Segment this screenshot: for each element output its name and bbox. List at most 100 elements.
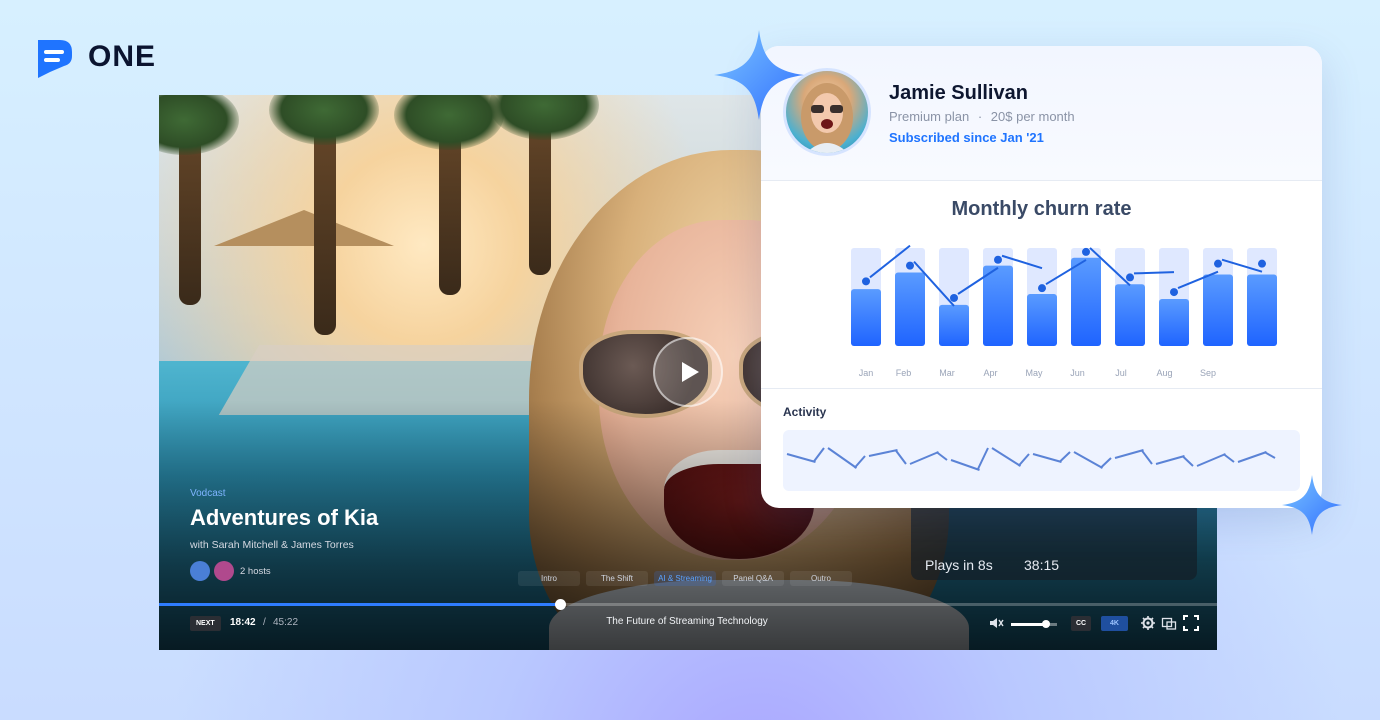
- activity-segment: [894, 449, 907, 465]
- chart-bar: [851, 289, 881, 346]
- chapter-panel-qa[interactable]: Panel Q&A: [722, 571, 784, 586]
- user-name: Jamie Sullivan: [889, 82, 1028, 104]
- activity-segment: [1114, 449, 1144, 459]
- total-time: 45:22: [273, 617, 299, 628]
- activity-chart: [783, 430, 1300, 491]
- chart-x-tick: Aug: [1156, 368, 1172, 378]
- subscribed-since: Subscribed since Jan '21: [889, 130, 1044, 145]
- play-icon: [682, 362, 699, 382]
- activity-segment: [1073, 451, 1103, 469]
- activity-segment: [950, 459, 980, 471]
- chapter-intro[interactable]: Intro: [518, 571, 580, 586]
- sparkle-icon: [714, 30, 804, 120]
- activity-segment: [1140, 449, 1153, 465]
- volume-slider[interactable]: [1011, 620, 1057, 628]
- activity-segment: [1155, 455, 1185, 465]
- activity-segment: [1196, 453, 1226, 467]
- volume-knob[interactable]: [1041, 620, 1050, 628]
- host-avatar[interactable]: [214, 561, 234, 581]
- chart-x-tick: Jul: [1115, 368, 1127, 378]
- activity-sparkline: [786, 447, 1276, 471]
- activity-segment: [1237, 451, 1267, 463]
- chart-x-tick: Jan: [859, 368, 874, 378]
- activity-segment: [1222, 453, 1235, 463]
- activity-segment: [1017, 453, 1030, 467]
- activity-segment: [853, 455, 866, 469]
- play-button[interactable]: [653, 337, 723, 407]
- activity-segment: [868, 449, 898, 457]
- subscriber-card: Jamie Sullivan Premium plan · 20$ per mo…: [761, 46, 1322, 508]
- pip-icon[interactable]: [1161, 615, 1177, 631]
- chart-point: [1038, 284, 1046, 293]
- hosts-line: with Sarah Mitchell & James Torres: [190, 539, 354, 551]
- chapter-list: Intro The Shift AI & Streaming Panel Q&A…: [518, 571, 852, 586]
- settings-icon[interactable]: [1140, 615, 1156, 631]
- chapter-outro[interactable]: Outro: [790, 571, 852, 586]
- player-controls: NEXT 18:42 / 45:22 The Future of Streami…: [159, 613, 1217, 643]
- plan-separator: ·: [977, 109, 983, 124]
- next-button[interactable]: NEXT: [190, 616, 221, 631]
- current-time: 18:42: [230, 617, 256, 628]
- activity-segment: [976, 447, 989, 471]
- chart-x-tick: Sep: [1200, 368, 1216, 378]
- progress-fill: [159, 603, 560, 606]
- quality-button[interactable]: 4K: [1101, 616, 1128, 631]
- chart-point: [1258, 259, 1266, 268]
- chart-trend-line: [1133, 271, 1175, 275]
- chart-bar: [895, 272, 925, 346]
- chart-bar: [1115, 284, 1145, 346]
- chart-point: [1082, 247, 1090, 256]
- chart-bar: [1203, 274, 1233, 346]
- chart-bar: [1159, 298, 1189, 346]
- chart-point: [1170, 288, 1178, 297]
- chart-x-tick: May: [1025, 368, 1043, 378]
- up-next-countdown: Plays in 8s: [925, 557, 993, 573]
- fullscreen-icon[interactable]: [1183, 615, 1199, 631]
- hosts-avatars[interactable]: 2 hosts: [190, 561, 378, 581]
- chart-point: [862, 277, 870, 286]
- plan-line: Premium plan · 20$ per month: [889, 109, 1075, 124]
- up-next-duration: 38:15: [1024, 557, 1060, 573]
- profile-header: Jamie Sullivan Premium plan · 20$ per mo…: [761, 46, 1322, 181]
- brand-logo[interactable]: ONE: [32, 34, 156, 80]
- chart-bar: [1071, 257, 1101, 346]
- section-divider: [761, 388, 1322, 389]
- chart-bar: [983, 265, 1013, 346]
- sparkle-icon: [1282, 475, 1342, 535]
- chart-x-tick: Feb: [896, 368, 912, 378]
- activity-segment: [786, 453, 816, 463]
- hosts-count: 2 hosts: [240, 565, 271, 577]
- episode-info: Vodcast Adventures of Kia with Sarah Mit…: [190, 488, 378, 581]
- activity-segment: [935, 451, 948, 461]
- plan-price: 20$ per month: [990, 109, 1075, 124]
- mute-icon[interactable]: [988, 615, 1004, 631]
- progress-bar[interactable]: [159, 599, 1217, 610]
- activity-segment: [1181, 455, 1194, 467]
- chart-bar: [939, 304, 969, 346]
- chart-bar: [1027, 294, 1057, 346]
- episode-title: The Future of Streaming Technology: [606, 616, 768, 627]
- progress-scrubber[interactable]: [554, 599, 566, 610]
- chapter-the-shift[interactable]: The Shift: [586, 571, 648, 586]
- churn-chart: Jan Feb Mar Apr May Jun Jul Aug Sep: [851, 244, 1277, 378]
- plan-name: Premium plan: [889, 109, 970, 124]
- brand-logo-icon: [38, 40, 72, 78]
- activity-segment: [1032, 453, 1062, 463]
- chart-x-tick: Apr: [983, 368, 997, 378]
- chart-point: [1214, 259, 1222, 268]
- chapter-ai-streaming[interactable]: AI & Streaming: [654, 571, 716, 586]
- host-avatar[interactable]: [190, 561, 210, 581]
- chart-point: [906, 261, 914, 270]
- volume-fill: [1011, 623, 1046, 626]
- chart-x-tick: Mar: [939, 368, 955, 378]
- activity-segment: [1058, 451, 1071, 463]
- activity-segment: [991, 447, 1022, 467]
- chart-bar: [1247, 274, 1277, 346]
- activity-segment: [812, 447, 825, 463]
- time-separator: /: [263, 617, 266, 628]
- activity-segment: [1264, 451, 1276, 459]
- activity-segment: [1099, 457, 1112, 469]
- category-label: Vodcast: [190, 488, 226, 499]
- captions-button[interactable]: CC: [1071, 616, 1092, 631]
- chart-x-tick: Jun: [1070, 368, 1085, 378]
